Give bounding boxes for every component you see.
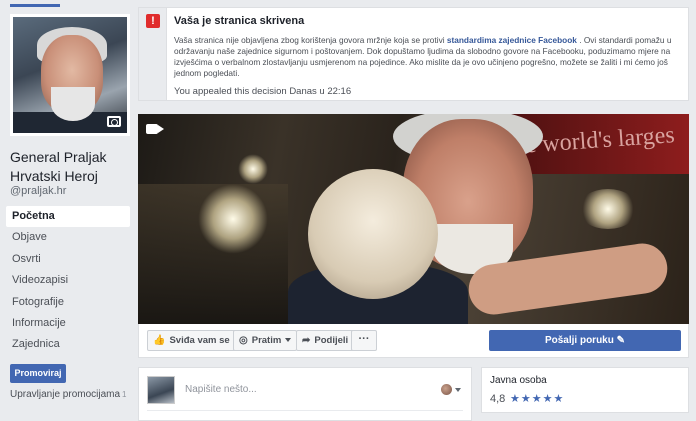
page-info-box: Javna osoba 4,8 ★★★★★ — [481, 367, 689, 413]
rss-icon: ◎ — [239, 335, 248, 346]
composer-input[interactable]: Napišite nešto... — [185, 384, 257, 395]
pencil-icon: ✎ — [616, 335, 626, 346]
page-category[interactable]: Javna osoba — [490, 375, 547, 386]
avatar — [147, 376, 175, 404]
more-options-button[interactable]: ··· — [351, 330, 377, 351]
manage-promotions-count: 1 — [122, 390, 127, 399]
page-nav: Početna Objave Osvrti Videozapisi Fotogr… — [6, 206, 130, 356]
send-message-button[interactable]: Pošalji poruku ✎ — [489, 330, 681, 351]
page-handle[interactable]: @praljak.hr — [10, 185, 66, 197]
follow-label: Pratim — [251, 335, 282, 346]
promote-button[interactable]: Promoviraj — [10, 364, 66, 383]
alert-sidebar: ! — [139, 8, 167, 100]
nav-item-zajednica[interactable]: Zajednica — [6, 334, 130, 355]
nav-item-osvrti[interactable]: Osvrti — [6, 249, 130, 270]
profile-picture[interactable] — [10, 14, 130, 136]
nav-item-fotografije[interactable]: Fotografije — [6, 292, 130, 313]
posting-as-avatar-icon[interactable] — [441, 384, 452, 395]
camera-icon[interactable] — [107, 116, 121, 127]
like-button[interactable]: 👍 Sviđa vam se — [147, 330, 246, 351]
community-standards-link[interactable]: standardima zajednice Facebook — [447, 35, 577, 45]
nav-item-pocetna[interactable]: Početna — [6, 206, 130, 228]
alert-body: Vaša stranica nije objavljena zbog koriš… — [174, 35, 679, 79]
share-button[interactable]: ➦ Podijeli — [296, 330, 355, 351]
rating-stars-icon[interactable]: ★★★★★ — [510, 392, 564, 405]
warning-icon: ! — [146, 14, 160, 28]
share-label: Podijeli — [314, 335, 349, 346]
nav-item-informacije[interactable]: Informacije — [6, 313, 130, 334]
follow-button[interactable]: ◎ Pratim — [233, 330, 298, 351]
alert-body-text: Vaša stranica nije objavljena zbog koriš… — [174, 35, 447, 45]
nav-item-objave[interactable]: Objave — [6, 227, 130, 248]
video-camera-icon — [146, 124, 164, 134]
rating-value: 4,8 — [490, 393, 506, 405]
alert-title: Vaša je stranica skrivena — [174, 15, 305, 27]
chevron-down-icon — [285, 338, 292, 343]
page-name: General Praljak Hrvatski Heroj — [10, 149, 107, 184]
post-composer: Napišite nešto... — [138, 367, 472, 421]
like-label: Sviđa vam se — [169, 335, 230, 346]
send-message-label: Pošalji poruku — [544, 335, 614, 346]
page-hidden-alert: ! Vaša je stranica skrivena Vaša stranic… — [138, 7, 689, 101]
appeal-status: You appealed this decision Danas u 22:16 — [174, 86, 352, 97]
manage-promotions-link[interactable]: Upravljanje promocijama — [10, 389, 120, 400]
page-action-bar: 👍 Sviđa vam se ◎ Pratim ➦ Podijeli ··· Poša… — [138, 324, 689, 358]
cover-video[interactable]: the world's larges — [138, 114, 689, 324]
chevron-down-icon[interactable] — [455, 388, 461, 392]
thumbs-up-icon: 👍 — [153, 335, 166, 346]
share-arrow-icon: ➦ — [302, 335, 311, 346]
nav-item-videozapisi[interactable]: Videozapisi — [6, 270, 130, 291]
top-accent-line — [10, 4, 60, 7]
